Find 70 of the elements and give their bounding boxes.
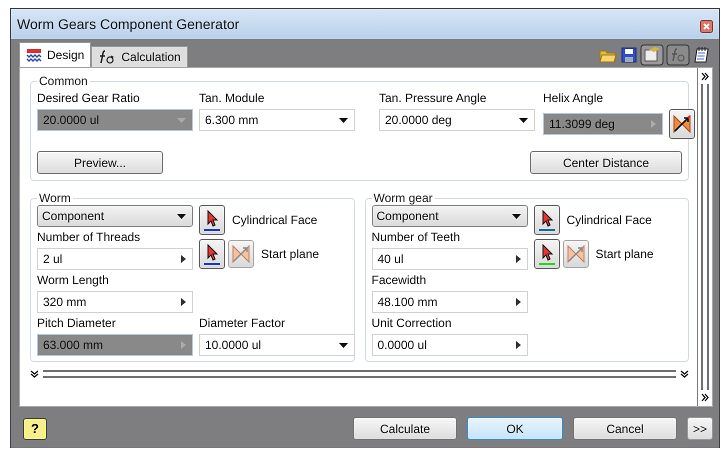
selection-label: Start plane	[596, 247, 654, 261]
group-title: Worm gear	[372, 191, 434, 205]
dropdown-field[interactable]: 20.0000 deg	[379, 109, 535, 131]
group-title: Worm	[38, 191, 72, 205]
formula-icon[interactable]	[666, 44, 690, 66]
field-label: Tan. Module	[199, 91, 266, 105]
spin-field[interactable]: 0.0000 ul	[372, 334, 528, 356]
notes-icon[interactable]	[693, 46, 711, 64]
spin-field[interactable]: 48.100 mm	[372, 291, 528, 313]
save-icon[interactable]	[621, 47, 637, 63]
dialog-button[interactable]: OK	[467, 417, 563, 440]
type-select[interactable]: Component	[372, 205, 528, 227]
spin-field[interactable]: 40 ul	[372, 248, 528, 270]
flip-icon	[672, 114, 692, 134]
dropdown-arrow-icon	[519, 118, 528, 122]
field-label: Helix Angle	[543, 91, 604, 105]
type-select[interactable]: Component	[37, 205, 193, 227]
select-button[interactable]	[534, 205, 560, 235]
selection-label: Start plane	[261, 247, 320, 261]
help-button[interactable]: ?	[23, 418, 47, 440]
arrow-right-icon	[651, 120, 656, 128]
arrow-right-icon	[181, 255, 186, 263]
tab[interactable]: Design	[19, 42, 92, 67]
preview-button[interactable]: Preview...	[37, 151, 163, 174]
select-button[interactable]	[199, 205, 225, 235]
dialog-button[interactable]: Calculate	[353, 417, 457, 440]
window-title: Worm Gears Component Generator	[17, 16, 240, 32]
flip-icon	[566, 244, 586, 264]
arrow-right-icon	[181, 341, 186, 349]
expand-down-icon[interactable]	[680, 370, 689, 378]
field-label: Tan. Pressure Angle	[379, 91, 488, 105]
dropdown-arrow-icon	[512, 214, 520, 218]
expand-right-icon[interactable]	[701, 72, 709, 81]
selection-label: Cylindrical Face	[566, 213, 652, 227]
close-icon[interactable]	[700, 20, 713, 32]
selection-label: Cylindrical Face	[232, 213, 318, 227]
arrow-right-icon	[516, 341, 520, 349]
dropdown-arrow-icon	[177, 214, 186, 218]
dropdown-arrow-icon	[339, 342, 348, 348]
field-label: Number of Threads	[37, 230, 142, 244]
field-label: Desired Gear Ratio	[37, 91, 141, 105]
select-button[interactable]	[199, 239, 225, 269]
tab[interactable]: Calculation	[91, 46, 188, 67]
field-label: Facewidth	[372, 273, 428, 287]
expand-right-icon[interactable]	[701, 393, 709, 402]
group-title: Common	[38, 74, 89, 88]
center-distance-button[interactable]: Center Distance	[530, 151, 682, 174]
dropdown-field[interactable]: 6.300 mm	[199, 109, 355, 131]
dropdown-arrow-icon	[339, 118, 348, 122]
spin-field[interactable]: 2 ul	[37, 248, 193, 270]
formula-icon	[98, 50, 116, 64]
field-label: Unit Correction	[372, 316, 453, 330]
select-button[interactable]	[534, 239, 560, 269]
more-button[interactable]: >>	[687, 417, 713, 440]
dialog-settings-icon[interactable]	[640, 44, 664, 66]
dropdown-field[interactable]: 10.0000 ul	[199, 334, 355, 356]
splitter-bar[interactable]	[701, 84, 709, 390]
field-label: Number of Teeth	[372, 230, 461, 244]
arrow-right-icon	[516, 255, 520, 263]
field-label: Pitch Diameter	[37, 316, 117, 330]
arrow-right-icon	[181, 298, 186, 306]
spin-field[interactable]: 320 mm	[37, 291, 193, 313]
field-label: Worm Length	[37, 273, 110, 287]
dialog-button[interactable]: Cancel	[573, 417, 677, 440]
expand-down-icon[interactable]	[30, 370, 39, 378]
splitter-bar[interactable]	[43, 370, 676, 378]
arrow-right-icon	[516, 298, 520, 306]
field-label: Diameter Factor	[199, 316, 286, 330]
flip-icon	[231, 244, 251, 264]
dropdown-arrow-icon	[177, 118, 186, 122]
